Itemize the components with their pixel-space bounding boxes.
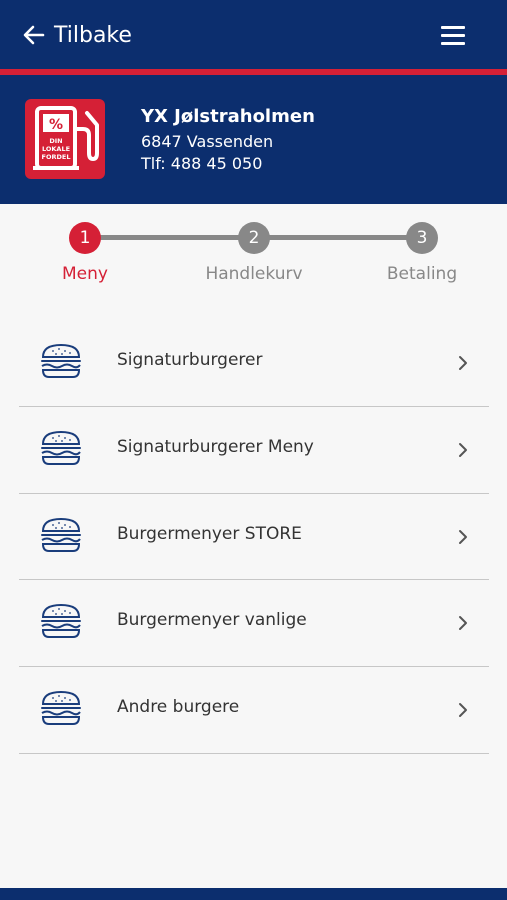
menu-item-signaturburgerer-meny[interactable]: Signaturburgerer Meny: [19, 407, 489, 494]
station-name: YX Jølstraholmen: [141, 106, 315, 127]
menu-item-signaturburgerer[interactable]: Signaturburgerer: [19, 320, 489, 407]
logo-text-line2: LOKALE: [42, 145, 70, 153]
logo-text-line1: DIN: [49, 137, 62, 145]
fuel-pump-logo-icon: % DIN LOKALE FORDEL: [25, 99, 105, 179]
hamburger-menu-icon[interactable]: [441, 24, 467, 46]
step-3-label: Betaling: [386, 264, 458, 284]
stepper-track-2: [269, 235, 409, 240]
step-2-circle: 2: [238, 222, 270, 254]
menu-item-burgermenyer-vanlige[interactable]: Burgermenyer vanlige: [19, 580, 489, 667]
menu-category-list: Signaturburgerer Signaturburgerer Meny B…: [19, 320, 489, 754]
menu-item-label: Signaturburgerer Meny: [117, 436, 314, 457]
burger-icon: [41, 430, 81, 465]
chevron-right-icon: [459, 442, 467, 457]
menu-item-label: Burgermenyer vanlige: [117, 610, 307, 631]
menu-item-label: Signaturburgerer: [117, 350, 263, 370]
step-1-circle: 1: [69, 222, 101, 254]
chevron-right-icon: [459, 356, 467, 370]
menu-item-label: Burgermenyer STORE: [117, 523, 302, 544]
logo-percent: %: [49, 117, 63, 133]
back-button[interactable]: Tilbake: [22, 18, 132, 52]
back-arrow-icon: [23, 25, 45, 45]
menu-item-burgermenyer-store[interactable]: Burgermenyer STORE: [19, 494, 489, 581]
station-info: % DIN LOKALE FORDEL YX Jølstraholmen 684…: [0, 75, 507, 204]
step-3-circle: 3: [406, 222, 438, 254]
burger-icon: [41, 690, 81, 725]
menu-item-label: Andre burgere: [117, 697, 240, 717]
station-phone: Tlf: 488 45 050: [141, 154, 263, 173]
burger-icon: [41, 343, 81, 378]
station-address: 6847 Vassenden: [141, 132, 274, 151]
stepper-track-1: [100, 235, 240, 240]
menu-item-andre-burgere[interactable]: Andre burgere: [19, 667, 489, 754]
top-bar: Tilbake: [0, 0, 507, 70]
order-progress-stepper: 1 2 3 Meny Handlekurv Betaling: [0, 204, 507, 304]
back-label: Tilbake: [54, 22, 132, 48]
burger-icon: [41, 517, 81, 552]
burger-icon: [41, 604, 81, 639]
logo-text-line3: FORDEL: [42, 153, 71, 161]
bottom-bar: [0, 888, 507, 900]
chevron-right-icon: [459, 703, 467, 717]
chevron-right-icon: [459, 529, 467, 544]
step-2-label: Handlekurv: [205, 264, 303, 284]
chevron-right-icon: [459, 616, 467, 631]
step-1-label: Meny: [62, 264, 108, 284]
